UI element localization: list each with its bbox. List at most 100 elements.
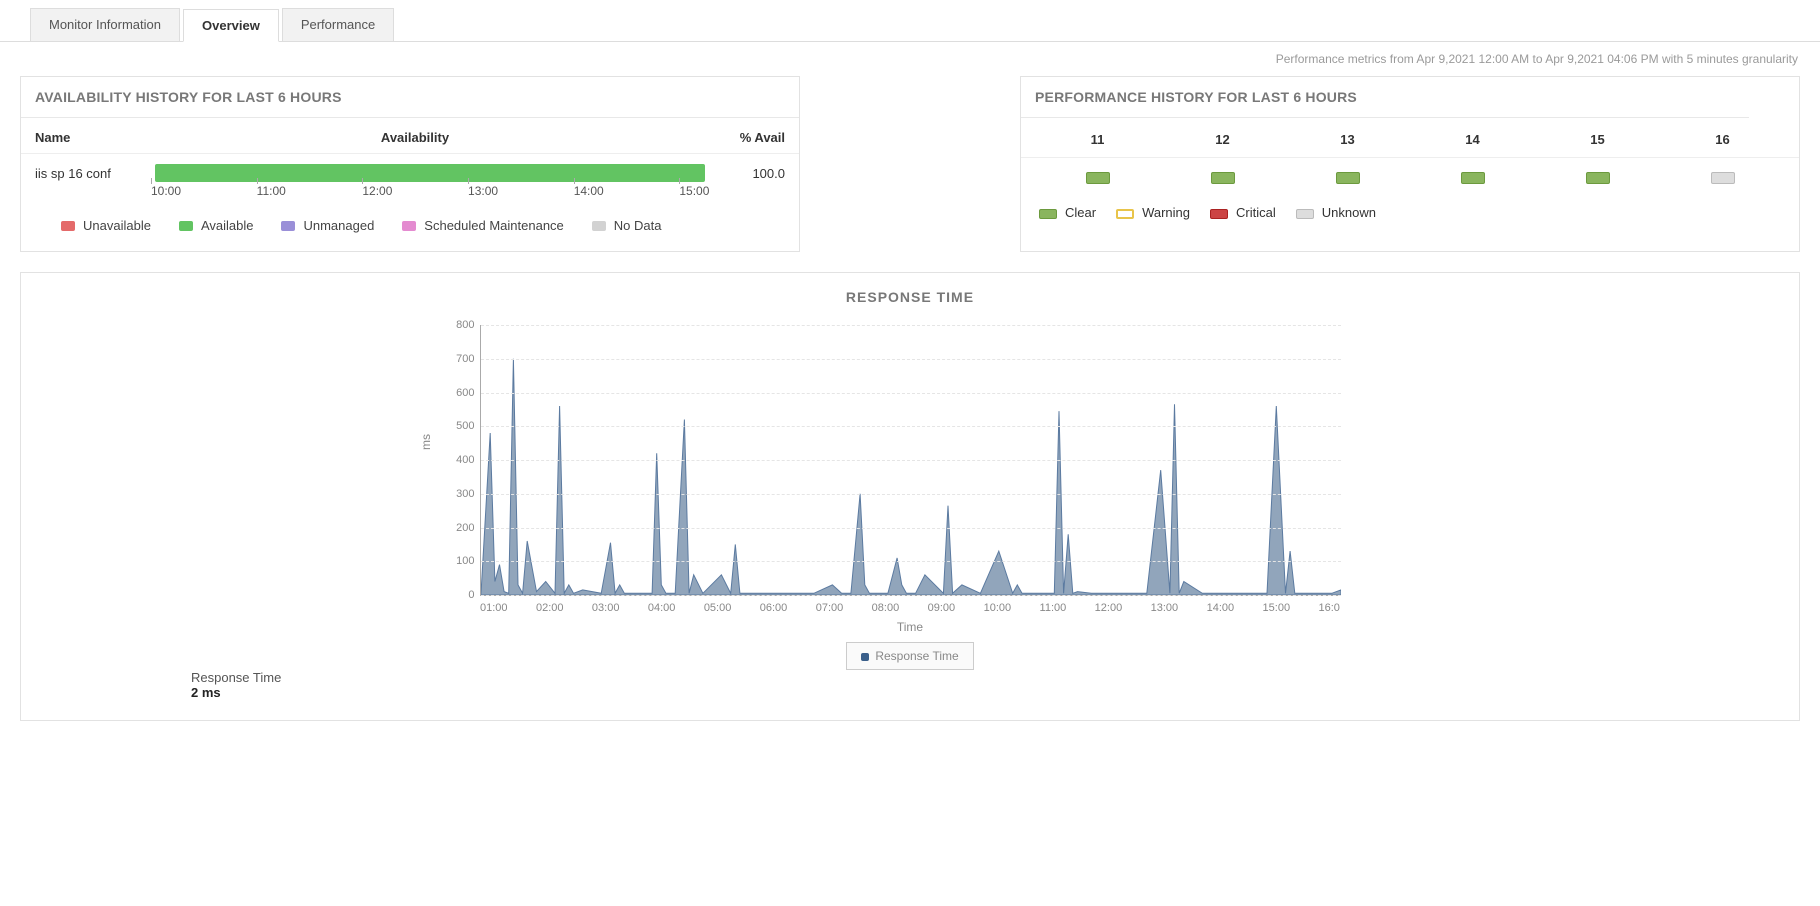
performance-status-cell [1285,172,1410,187]
performance-status-cell [1410,172,1535,187]
performance-hour-header: 16 [1660,132,1785,147]
performance-legend: Clear Warning Critical Unknown [1021,205,1799,238]
y-tick-label: 500 [437,420,475,432]
y-axis-label: ms [419,434,433,450]
x-tick-label: 03:00 [592,602,620,614]
availability-axis-tick: 15:00 [679,184,785,198]
legend-unknown-label: Unknown [1322,205,1376,220]
x-tick-label: 06:00 [760,602,788,614]
x-tick-label: 10:00 [984,602,1012,614]
y-tick-label: 300 [437,488,475,500]
legend-unavailable-label: Unavailable [83,218,151,233]
tab-performance[interactable]: Performance [282,8,394,41]
response-time-legend: Response Time [846,642,973,670]
x-tick-label: 09:00 [928,602,956,614]
y-tick-label: 0 [437,589,475,601]
x-tick-label: 01:00 [480,602,508,614]
availability-axis-tick: 12:00 [362,184,468,198]
performance-hours-header: 111213141516 [1021,118,1799,158]
availability-row: iis sp 16 conf 100.0 [21,154,799,182]
tab-overview[interactable]: Overview [183,9,279,42]
performance-hour-header: 14 [1410,132,1535,147]
x-axis-label: Time [897,620,923,634]
x-tick-label: 13:00 [1151,602,1179,614]
x-tick-label: 02:00 [536,602,564,614]
availability-row-percent: 100.0 [715,166,785,181]
x-axis-ticks: 01:00 02:00 03:00 04:00 05:00 06:00 07:00 08:00… [480,602,1340,614]
tabs-bar: Monitor Information Overview Performance [0,0,1820,42]
performance-hour-header: 15 [1535,132,1660,147]
legend-unavailable: Unavailable [61,218,151,233]
legend-scheduled-maintenance: Scheduled Maintenance [402,218,564,233]
legend-unknown: Unknown [1296,205,1376,220]
status-chip-clear [1461,172,1485,184]
performance-status-row [1021,158,1799,205]
legend-critical-label: Critical [1236,205,1276,220]
y-tick-label: 100 [437,555,475,567]
legend-clear: Clear [1039,205,1096,220]
response-time-footer: Response Time 2 ms [21,670,1799,700]
y-tick-label: 200 [437,522,475,534]
performance-status-cell [1160,172,1285,187]
legend-available: Available [179,218,254,233]
legend-marker-icon [861,653,869,661]
legend-scheduled-label: Scheduled Maintenance [424,218,564,233]
performance-hour-header: 11 [1035,132,1160,147]
response-time-legend-label: Response Time [875,649,958,663]
performance-status-cell [1535,172,1660,187]
performance-hour-header: 13 [1285,132,1410,147]
status-chip-unknown [1711,172,1735,184]
x-tick-label: 14:00 [1207,602,1235,614]
availability-axis-tick: 10:00 [151,184,257,198]
legend-warning-label: Warning [1142,205,1190,220]
legend-no-data: No Data [592,218,662,233]
availability-time-axis: 10:0011:0012:0013:0014:0015:00 [21,182,799,204]
status-chip-clear [1586,172,1610,184]
performance-status-cell [1660,172,1785,187]
response-time-chart[interactable]: ms 0100200300400500600700800 [480,325,1341,596]
availability-panel-title: AVAILABILITY HISTORY FOR LAST 6 HOURS [21,77,799,118]
performance-hour-header: 12 [1160,132,1285,147]
performance-panel: PERFORMANCE HISTORY FOR LAST 6 HOURS 111… [1020,76,1800,252]
response-time-footer-value: 2 ms [191,685,1799,700]
status-chip-clear [1211,172,1235,184]
tab-monitor-information[interactable]: Monitor Information [30,8,180,41]
availability-row-name: iis sp 16 conf [35,166,145,181]
x-tick-label: 15:00 [1263,602,1291,614]
response-time-panel: RESPONSE TIME ms 01002003004005006007008… [20,272,1800,721]
availability-axis-tick: 11:00 [257,184,363,198]
legend-unmanaged: Unmanaged [281,218,374,233]
legend-clear-label: Clear [1065,205,1096,220]
availability-legend: Unavailable Available Unmanaged Schedule… [21,204,799,251]
x-tick-label: 05:00 [704,602,732,614]
y-tick-label: 700 [437,353,475,365]
performance-panel-title: PERFORMANCE HISTORY FOR LAST 6 HOURS [1021,77,1749,118]
status-chip-clear [1336,172,1360,184]
x-tick-label: 07:00 [816,602,844,614]
performance-status-cell [1035,172,1160,187]
x-tick-label: 04:00 [648,602,676,614]
response-time-footer-label: Response Time [191,670,1799,685]
availability-bar [155,164,705,182]
y-tick-label: 400 [437,454,475,466]
x-tick-label: 08:00 [872,602,900,614]
status-chip-clear [1086,172,1110,184]
y-tick-label: 800 [437,319,475,331]
legend-unmanaged-label: Unmanaged [303,218,374,233]
availability-col-availability: Availability [145,130,685,145]
metrics-timerange-text: Performance metrics from Apr 9,2021 12:0… [0,42,1820,76]
availability-panel: AVAILABILITY HISTORY FOR LAST 6 HOURS Na… [20,76,800,252]
availability-axis-tick: 13:00 [468,184,574,198]
legend-warning: Warning [1116,205,1190,220]
legend-critical: Critical [1210,205,1276,220]
x-tick-label: 16:0 [1318,602,1339,614]
availability-axis-tick: 14:00 [574,184,680,198]
legend-available-label: Available [201,218,254,233]
availability-col-name: Name [35,130,145,145]
legend-no-data-label: No Data [614,218,662,233]
y-tick-label: 600 [437,387,475,399]
availability-col-percent: % Avail [685,130,785,145]
x-tick-label: 12:00 [1095,602,1123,614]
response-time-title: RESPONSE TIME [21,273,1799,305]
x-tick-label: 11:00 [1040,602,1067,614]
